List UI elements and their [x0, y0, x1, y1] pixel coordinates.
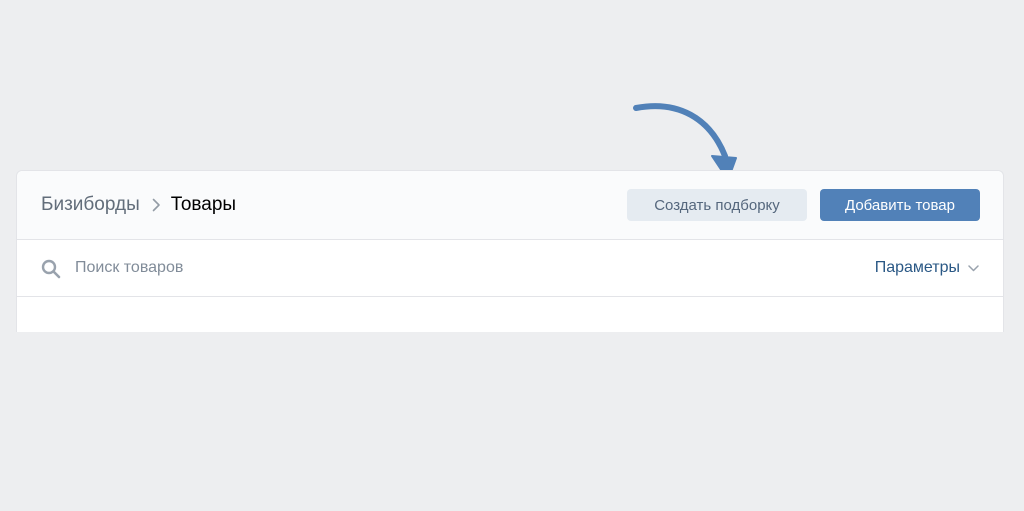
create-collection-button[interactable]: Создать подборку [627, 189, 807, 221]
card-header: Бизиборды Товары Создать подборку Добави… [17, 171, 1003, 240]
products-card: Бизиборды Товары Создать подборку Добави… [16, 170, 1004, 332]
add-product-button[interactable]: Добавить товар [820, 189, 980, 221]
search-icon [41, 259, 61, 279]
search-input[interactable] [75, 254, 575, 282]
breadcrumb: Бизиборды Товары [41, 171, 236, 239]
chevron-down-icon [968, 264, 979, 272]
search-row: Параметры [17, 240, 1003, 297]
chevron-right-icon [152, 198, 161, 212]
params-dropdown[interactable]: Параметры [875, 240, 979, 296]
breadcrumb-parent-link[interactable]: Бизиборды [41, 194, 140, 216]
page-title: Товары [170, 194, 237, 215]
add-product-button-label: Добавить товар [845, 196, 955, 214]
params-label: Параметры [874, 259, 960, 276]
create-collection-button-label: Создать подборку [654, 196, 780, 214]
